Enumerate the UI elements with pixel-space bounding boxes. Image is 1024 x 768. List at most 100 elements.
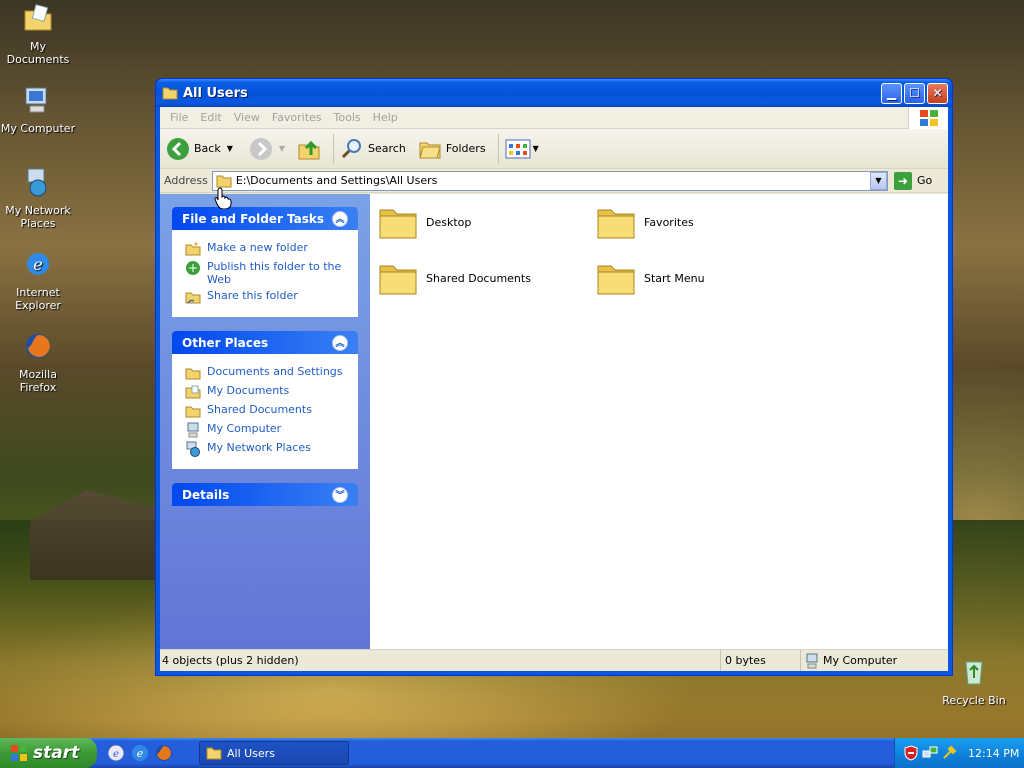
title-bar[interactable]: All Users ▁ ☐ ✕ (156, 79, 952, 107)
status-size: 0 bytes (720, 650, 800, 671)
folders-icon (419, 142, 441, 158)
expand-icon[interactable]: ︾ (332, 486, 348, 503)
folder-start-menu[interactable]: Start Menu (596, 260, 705, 296)
folder-icon (379, 265, 417, 295)
other-places-panel: Other Places ︽ Documents and Settings My… (172, 331, 358, 469)
folder-label: Start Menu (644, 271, 705, 285)
desktop-icon-my-computer[interactable]: My Computer (0, 84, 76, 135)
explorer-window: All Users ▁ ☐ ✕ File Edit View Favorites… (155, 78, 953, 676)
panel-title: Other Places (182, 335, 269, 350)
menu-favorites[interactable]: Favorites (266, 111, 328, 124)
taskbar-item-all-users[interactable]: All Users (199, 741, 349, 765)
folder-label: Favorites (644, 215, 694, 229)
views-icon (505, 139, 531, 158)
menu-edit[interactable]: Edit (194, 111, 227, 124)
window-client: File Edit View Favorites Tools Help Back… (160, 107, 948, 671)
back-dropdown-icon[interactable]: ▼ (227, 144, 233, 153)
documents-folder-icon (24, 4, 52, 31)
address-label: Address (164, 174, 208, 187)
internet-explorer-icon: e (27, 253, 49, 275)
panel-body: Documents and Settings My Documents Shar… (172, 354, 358, 469)
svg-text:e: e (113, 749, 119, 760)
place-my-documents[interactable]: My Documents (185, 384, 347, 400)
folders-button[interactable]: Folders (418, 137, 486, 161)
address-dropdown-button[interactable]: ▼ (870, 171, 887, 190)
recycle-bin-icon (965, 661, 983, 685)
place-label: Shared Documents (207, 403, 312, 416)
address-value: E:\Documents and Settings\All Users (235, 174, 438, 187)
browser-quicklaunch-icon[interactable]: e (107, 744, 125, 762)
network-globe-icon (186, 441, 200, 457)
folder-label: Desktop (426, 215, 472, 229)
menu-view[interactable]: View (228, 111, 266, 124)
menu-help[interactable]: Help (367, 111, 404, 124)
close-icon: ✕ (932, 86, 943, 100)
folder-desktop[interactable]: Desktop (378, 204, 471, 240)
firefox-icon (26, 334, 50, 358)
security-shield-icon[interactable] (903, 745, 919, 761)
maximize-button[interactable]: ☐ (904, 82, 925, 104)
task-share-folder[interactable]: Share this folder (185, 289, 347, 305)
details-panel: Details ︾ (172, 483, 358, 506)
toolbar-separator (333, 133, 335, 164)
tools-icon[interactable] (941, 745, 957, 761)
task-pane: File and Folder Tasks ︽ Make a new folde… (160, 194, 370, 649)
start-button[interactable]: start (0, 738, 97, 768)
details-header[interactable]: Details ︾ (172, 483, 358, 506)
desktop-icon-internet-explorer[interactable]: e Internet Explorer (0, 248, 76, 312)
close-button[interactable]: ✕ (927, 82, 948, 104)
network-icon[interactable] (922, 745, 938, 761)
place-label: My Computer (207, 422, 282, 435)
desktop-icon-my-documents[interactable]: My Documents (0, 2, 76, 66)
search-button[interactable]: Search (340, 137, 406, 161)
folder-icon (162, 87, 178, 100)
desktop-icon-label: Internet Explorer (15, 286, 61, 312)
folder-favorites[interactable]: Favorites (596, 204, 694, 240)
go-button[interactable]: ➜ Go (894, 171, 944, 190)
collapse-icon[interactable]: ︽ (332, 334, 348, 351)
status-bar: 4 objects (plus 2 hidden) 0 bytes My Com… (160, 649, 948, 671)
computer-icon (806, 653, 818, 668)
collapse-icon[interactable]: ︽ (332, 210, 348, 227)
task-label: Share this folder (207, 289, 298, 302)
folder-icon (206, 747, 222, 760)
file-folder-tasks-header[interactable]: File and Folder Tasks ︽ (172, 207, 358, 230)
desktop-icon-firefox[interactable]: Mozilla Firefox (0, 330, 76, 394)
panel-title: File and Folder Tasks (182, 211, 325, 226)
windows-logo-icon (11, 745, 27, 761)
place-my-computer[interactable]: My Computer (185, 422, 347, 438)
desktop-icon-label: My Documents (6, 40, 70, 66)
svg-text:e: e (33, 255, 42, 274)
firefox-icon[interactable] (155, 744, 173, 762)
up-folder-button[interactable] (297, 137, 321, 161)
task-publish-to-web[interactable]: Publish this folder to the Web (185, 260, 347, 286)
folder-shared-documents[interactable]: Shared Documents (378, 260, 531, 296)
desktop-icon-label: Recycle Bin (942, 694, 1006, 707)
address-input[interactable]: E:\Documents and Settings\All Users ▼ (211, 170, 888, 191)
menu-file[interactable]: File (164, 111, 194, 124)
task-make-new-folder[interactable]: Make a new folder (185, 241, 347, 257)
computer-icon (187, 422, 199, 438)
folder-icon (185, 406, 201, 418)
clock[interactable]: 12:14 PM (968, 747, 1019, 760)
internet-explorer-icon[interactable]: e (131, 744, 149, 762)
place-shared-documents[interactable]: Shared Documents (185, 403, 347, 419)
folder-icon (597, 209, 635, 239)
folders-label: Folders (445, 142, 486, 155)
place-my-network-places[interactable]: My Network Places (185, 441, 347, 457)
documents-folder-icon (185, 385, 201, 399)
forward-button[interactable]: ▼ (249, 137, 285, 161)
views-button[interactable]: ▼ (505, 139, 539, 159)
views-dropdown-icon[interactable]: ▼ (533, 144, 539, 153)
task-label: Make a new folder (207, 241, 308, 254)
other-places-header[interactable]: Other Places ︽ (172, 331, 358, 354)
wallpaper-barn (30, 490, 155, 580)
place-documents-and-settings[interactable]: Documents and Settings (185, 365, 347, 381)
menu-tools[interactable]: Tools (328, 111, 367, 124)
address-bar: Address E:\Documents and Settings\All Us… (160, 169, 948, 193)
desktop-icon-network-places[interactable]: My Network Places (0, 166, 76, 230)
folder-icon (597, 265, 635, 295)
back-button[interactable]: Back ▼ (166, 137, 233, 161)
minimize-button[interactable]: ▁ (881, 82, 902, 104)
folder-icon (185, 368, 201, 380)
